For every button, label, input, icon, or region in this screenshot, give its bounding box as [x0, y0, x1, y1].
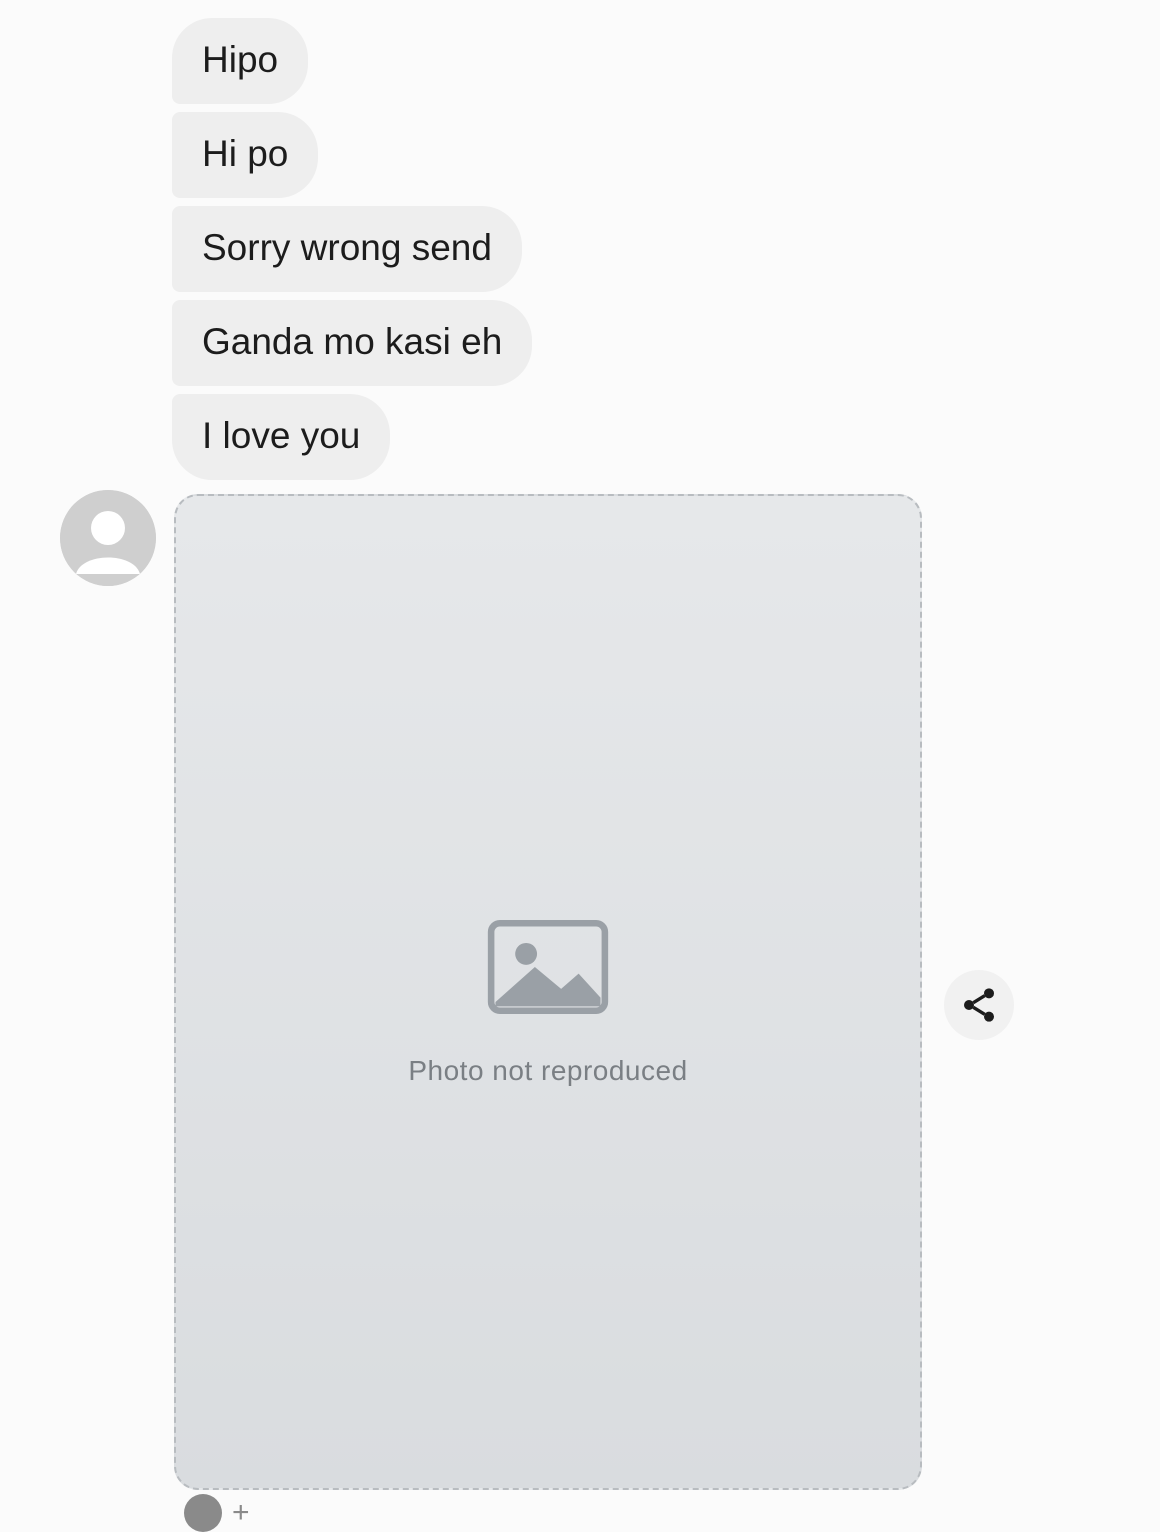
reaction-avatar-icon[interactable]	[184, 1494, 222, 1532]
share-icon	[964, 988, 994, 1022]
default-avatar-icon	[60, 490, 156, 586]
message-bubble[interactable]: Sorry wrong send	[172, 206, 522, 292]
add-reaction-icon[interactable]: +	[232, 1498, 250, 1528]
placeholder-caption: Photo not reproduced	[408, 1055, 688, 1086]
message-bubble[interactable]: Hipo	[172, 18, 309, 104]
message-thread: Hipo Hi po Sorry wrong send Ganda mo kas…	[0, 0, 1160, 1532]
message-reactions: +	[184, 1494, 250, 1532]
message-bubble[interactable]: Ganda mo kasi eh	[172, 300, 533, 386]
message-bubble[interactable]: Hi po	[172, 112, 319, 198]
image-attachment-placeholder[interactable]: Photo not reproduced	[174, 494, 922, 1490]
incoming-message-group: Hipo Hi po Sorry wrong send Ganda mo kas…	[172, 18, 533, 480]
message-bubble[interactable]: I love you	[172, 394, 391, 480]
sender-avatar[interactable]	[60, 490, 156, 586]
share-button[interactable]	[944, 970, 1014, 1040]
image-icon	[487, 919, 609, 1015]
